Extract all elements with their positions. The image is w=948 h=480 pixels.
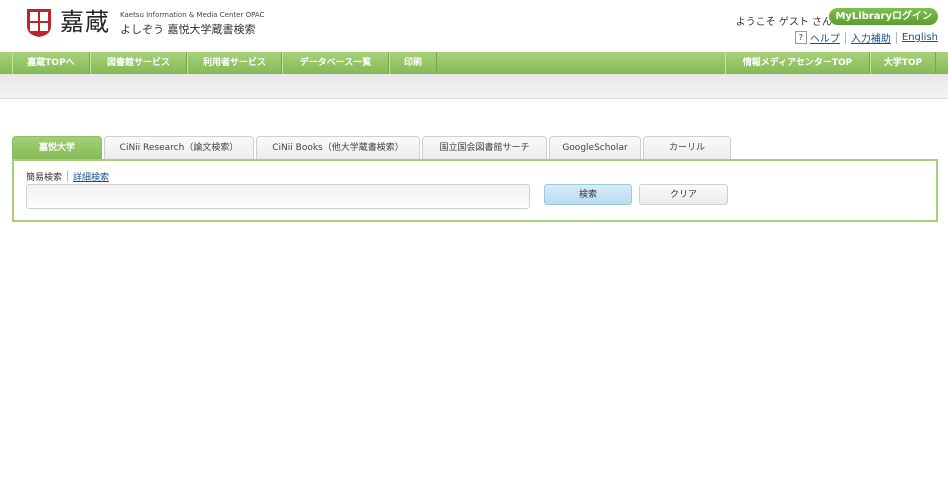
search-input[interactable] bbox=[26, 184, 530, 209]
tab-ndl-search[interactable]: 国立国会図書館サーチ bbox=[422, 136, 547, 159]
help-icon[interactable]: ? bbox=[794, 31, 807, 44]
nav-item-media-center-top[interactable]: 情報メディアセンターTOP bbox=[725, 52, 870, 74]
main-nav: 嘉蔵TOPへ 図書館サービス 利用者サービス データベース一覧 印刷 情報メディ… bbox=[0, 52, 948, 74]
search-mode-links: 簡易検索 詳細検索 bbox=[26, 170, 109, 183]
advanced-search-link[interactable]: 詳細検索 bbox=[73, 170, 109, 183]
nav-item-library-services[interactable]: 図書館サービス bbox=[90, 52, 187, 74]
input-assist-link[interactable]: 入力補助 bbox=[851, 30, 891, 45]
welcome-text: ようこそ ゲスト さん bbox=[735, 17, 832, 28]
english-link[interactable]: English bbox=[902, 32, 938, 43]
nav-item-user-services[interactable]: 利用者サービス bbox=[187, 52, 282, 74]
nav-item-university-top[interactable]: 大学TOP bbox=[870, 52, 936, 74]
tab-kaetsu[interactable]: 嘉悦大学 bbox=[12, 136, 102, 159]
tab-cinii-books[interactable]: CiNii Books（他大学蔵書検索） bbox=[256, 136, 420, 159]
header: 嘉蔵 Kaetsu Information & Media Center OPA… bbox=[0, 0, 948, 52]
clear-button[interactable]: クリア bbox=[639, 184, 728, 205]
nav-item-database-list[interactable]: データベース一覧 bbox=[282, 52, 389, 74]
tab-calil[interactable]: カーリル bbox=[643, 136, 731, 159]
utility-links: ? ヘルプ 入力補助 English bbox=[794, 30, 938, 45]
shield-logo-icon bbox=[27, 9, 51, 37]
simple-search-label: 簡易検索 bbox=[26, 173, 63, 183]
tab-google-scholar[interactable]: GoogleScholar bbox=[549, 136, 641, 159]
divider bbox=[67, 171, 69, 182]
mylibrary-login-button[interactable]: MyLibraryログイン bbox=[829, 8, 938, 25]
sub-bar bbox=[0, 74, 948, 99]
search-button[interactable]: 検索 bbox=[544, 184, 632, 205]
divider bbox=[895, 31, 897, 44]
help-link[interactable]: ヘルプ bbox=[810, 30, 840, 45]
divider bbox=[844, 31, 846, 44]
nav-item-print[interactable]: 印刷 bbox=[389, 52, 437, 74]
nav-item-top[interactable]: 嘉蔵TOPへ bbox=[12, 52, 90, 74]
search-panel: 簡易検索 詳細検索 検索 クリア bbox=[12, 159, 938, 222]
logo-title[interactable]: 嘉蔵 bbox=[60, 8, 110, 36]
logo-subtitle-en: Kaetsu Information & Media Center OPAC bbox=[120, 11, 265, 19]
tab-cinii-research[interactable]: CiNii Research（論文検索） bbox=[104, 136, 254, 159]
logo-subtitle-jp: よしぞう 嘉悦大学蔵書検索 bbox=[120, 23, 256, 36]
